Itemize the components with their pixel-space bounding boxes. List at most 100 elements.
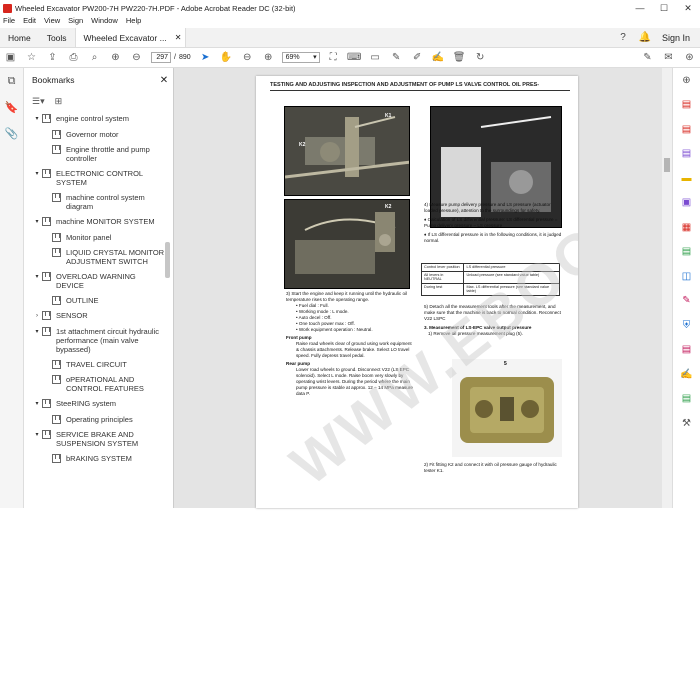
tab-tools[interactable]: Tools bbox=[39, 28, 75, 47]
bookmark-item[interactable]: ▾ machine MONITOR SYSTEM bbox=[24, 217, 165, 227]
create-pdf-icon[interactable]: ▤ bbox=[673, 117, 700, 142]
pen-icon[interactable]: ✎ bbox=[386, 48, 407, 68]
edit-sign-icon[interactable]: ✎ bbox=[637, 48, 658, 68]
save-icon[interactable]: ▣ bbox=[0, 48, 21, 68]
bookmark-item[interactable]: Governor motor bbox=[24, 130, 165, 139]
menu-view[interactable]: View bbox=[44, 16, 60, 28]
bookmarks-icon[interactable]: 🔖 bbox=[0, 94, 23, 120]
sign-in-button[interactable]: Sign In bbox=[656, 28, 700, 47]
bookmark-item[interactable]: Engine throttle and pump controller bbox=[24, 145, 165, 163]
maximize-button[interactable]: ☐ bbox=[652, 3, 676, 14]
photo-pump-measure-art bbox=[285, 200, 409, 288]
chevron-down-icon[interactable]: ▾ bbox=[32, 273, 42, 282]
bookmark-item[interactable]: ▾ ELECTRONIC CONTROL SYSTEM bbox=[24, 169, 165, 187]
bookmarks-title: Bookmarks bbox=[32, 75, 75, 85]
menu-file[interactable]: File bbox=[3, 16, 15, 28]
highlight-icon[interactable]: ✐ bbox=[407, 48, 428, 68]
select-cursor-icon[interactable]: ➤ bbox=[195, 48, 216, 68]
bookmark-item[interactable]: Monitor panel bbox=[24, 233, 165, 242]
redact-icon[interactable]: ▤ bbox=[673, 338, 700, 363]
zoom-tool-icon[interactable]: ⊕ bbox=[673, 68, 700, 93]
more-tools-icon[interactable]: ⚒ bbox=[673, 411, 700, 436]
zoom-select[interactable]: 69% bbox=[281, 52, 320, 63]
bookmark-item[interactable]: ▾ SteeRING system bbox=[24, 399, 165, 409]
menu-help[interactable]: Help bbox=[126, 16, 141, 28]
request-signature-icon[interactable]: ✍ bbox=[673, 362, 700, 387]
comment-icon[interactable]: ▭ bbox=[365, 48, 386, 68]
enhance-scans-icon[interactable]: ◫ bbox=[673, 264, 700, 289]
page-thumbnails-icon[interactable]: ⧉ bbox=[0, 68, 23, 94]
options-menu-icon[interactable]: ☰▾ bbox=[32, 96, 45, 107]
bookmark-item[interactable]: ▾ OVERLOAD WARNING DEVICE bbox=[24, 272, 165, 290]
combine-files-icon[interactable]: ▣ bbox=[673, 191, 700, 216]
chevron-right-icon[interactable]: › bbox=[32, 312, 42, 321]
rotate-icon[interactable]: ↻ bbox=[470, 48, 491, 68]
bookmark-label: OVERLOAD WARNING DEVICE bbox=[56, 272, 136, 290]
bookmark-item[interactable]: › SENSOR bbox=[24, 311, 165, 321]
minimize-button[interactable]: — bbox=[628, 3, 652, 13]
bookmark-item[interactable]: ▾ SERVICE BRAKE AND SUSPENSION SYSTEM bbox=[24, 430, 165, 448]
bookmark-item[interactable]: LIQUID CRYSTAL MONITOR ADJUSTMENT SWITCH bbox=[24, 248, 165, 266]
zoom-in-icon[interactable]: ⊕ bbox=[258, 48, 279, 68]
menu-window[interactable]: Window bbox=[91, 16, 118, 28]
menu-edit[interactable]: Edit bbox=[23, 16, 36, 28]
next-page-icon[interactable]: ⊖ bbox=[126, 48, 147, 68]
fill-sign-icon[interactable]: ✎ bbox=[673, 289, 700, 314]
add-bookmark-icon[interactable]: ⊞ bbox=[55, 96, 63, 107]
setting-work: • Work equipment operation : Neutral. bbox=[296, 327, 373, 332]
page-number-input[interactable]: 297 bbox=[151, 52, 171, 63]
print-icon[interactable]: ⎙ bbox=[63, 48, 84, 68]
share-icon[interactable]: ⊛ bbox=[679, 48, 700, 68]
bell-icon[interactable]: 🔔 bbox=[634, 28, 656, 47]
bookmark-icon bbox=[52, 375, 61, 384]
export-pdf-icon[interactable]: ▤ bbox=[673, 93, 700, 118]
mail-icon[interactable]: ✉ bbox=[658, 48, 679, 68]
bookmark-item[interactable]: oPERATIONAL AND CONTROL FEATURES bbox=[24, 375, 165, 393]
close-tab-icon[interactable]: ✕ bbox=[175, 33, 182, 42]
chevron-down-icon[interactable]: ▾ bbox=[32, 115, 42, 124]
comment-tool-icon[interactable]: ▬ bbox=[673, 166, 700, 191]
sign-icon[interactable]: ✍ bbox=[428, 48, 449, 68]
scan-icon[interactable]: ▤ bbox=[673, 240, 700, 265]
document-scroll-thumb[interactable] bbox=[664, 158, 670, 172]
menu-sign[interactable]: Sign bbox=[68, 16, 83, 28]
hand-tool-icon[interactable]: ✋ bbox=[216, 48, 237, 68]
tab-document[interactable]: Wheeled Excavator ... ✕ bbox=[74, 28, 187, 47]
tab-home[interactable]: Home bbox=[0, 28, 39, 47]
bookmark-item[interactable]: machine control system diagram bbox=[24, 193, 165, 211]
zoom-out-icon[interactable]: ⊖ bbox=[237, 48, 258, 68]
chevron-down-icon[interactable]: ▾ bbox=[32, 400, 42, 409]
search-icon[interactable]: ⌕ bbox=[84, 48, 105, 68]
chevron-down-icon[interactable]: ▾ bbox=[32, 431, 42, 440]
bookmark-item[interactable]: TRAVEL CIRCUIT bbox=[24, 360, 165, 369]
chevron-down-icon[interactable]: ▾ bbox=[32, 170, 42, 179]
front-pump-title: Front pump bbox=[286, 335, 312, 340]
attachments-icon[interactable]: 📎 bbox=[0, 120, 23, 146]
protect-icon[interactable]: ⛨ bbox=[673, 313, 700, 338]
organize-pages-icon[interactable]: ▦ bbox=[673, 215, 700, 240]
close-panel-icon[interactable]: ✕ bbox=[155, 75, 173, 86]
keyboard-icon[interactable]: ⌨ bbox=[344, 48, 365, 68]
photo-ls-epc-valve-art bbox=[452, 359, 562, 457]
help-icon[interactable]: ? bbox=[612, 28, 634, 47]
bookmark-item[interactable]: Operating principles bbox=[24, 415, 165, 424]
bookmark-icon bbox=[52, 248, 61, 257]
bookmarks-scrollbar[interactable] bbox=[165, 114, 171, 506]
prev-page-icon[interactable]: ⊕ bbox=[105, 48, 126, 68]
tab-bar: Home Tools Wheeled Excavator ... ✕ ? 🔔 S… bbox=[0, 28, 700, 48]
edit-pdf-icon[interactable]: ▤ bbox=[673, 142, 700, 167]
bookmark-item[interactable]: bRAKING SYSTEM bbox=[24, 454, 165, 463]
upload-icon[interactable]: ⇪ bbox=[42, 48, 63, 68]
bookmark-item[interactable]: OUTLINE bbox=[24, 296, 165, 305]
bookmark-item[interactable]: ▾ engine control system bbox=[24, 114, 165, 124]
chevron-down-icon[interactable]: ▾ bbox=[32, 218, 42, 227]
document-scrollbar[interactable] bbox=[662, 68, 672, 508]
close-window-button[interactable]: ✕ bbox=[676, 3, 700, 14]
send-icon[interactable]: ▤ bbox=[673, 387, 700, 412]
star-icon[interactable]: ☆ bbox=[21, 48, 42, 68]
bookmark-item[interactable]: ▾ 1st attachment circuit hydraulic perfor… bbox=[24, 327, 165, 354]
chevron-down-icon[interactable]: ▾ bbox=[32, 328, 42, 337]
delete-icon[interactable]: 🗑 bbox=[449, 48, 470, 68]
fit-page-icon[interactable]: ⛶ bbox=[323, 48, 344, 68]
bookmarks-scroll-thumb[interactable] bbox=[165, 242, 170, 278]
